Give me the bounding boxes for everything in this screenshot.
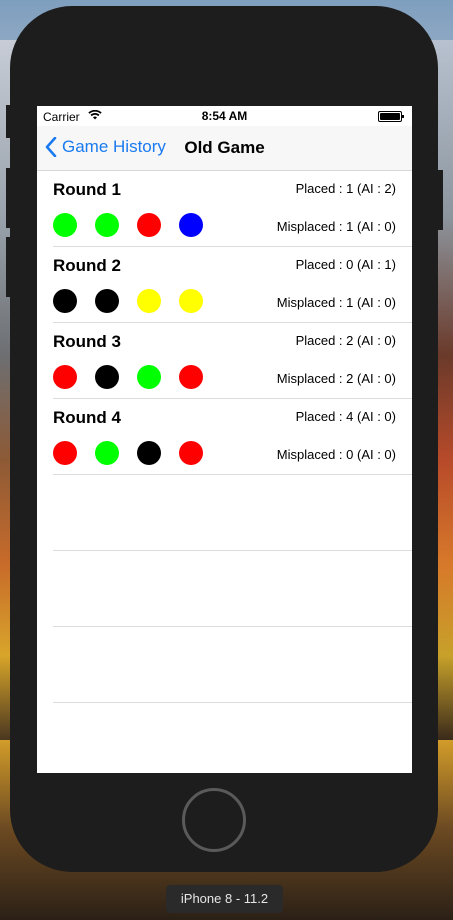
status-time: 8:54 AM bbox=[201, 109, 248, 123]
table-row[interactable]: Round 1 Placed : 1 (AI : 2) Misplaced : 1 … bbox=[53, 171, 412, 247]
mute-switch bbox=[6, 105, 12, 138]
placed-count: Placed : 4 (AI : 0) bbox=[295, 409, 396, 424]
table-row[interactable]: Round 2 Placed : 0 (AI : 1) Misplaced : 1 … bbox=[53, 247, 412, 323]
color-peg bbox=[53, 441, 77, 465]
color-peg bbox=[137, 365, 161, 389]
battery-icon bbox=[378, 111, 404, 122]
color-peg bbox=[95, 213, 119, 237]
rounds-table[interactable]: Round 1 Placed : 1 (AI : 2) Misplaced : 1 … bbox=[37, 171, 412, 773]
color-peg bbox=[53, 213, 77, 237]
status-bar: Carrier 8:54 AM bbox=[37, 106, 412, 126]
round-label: Round 3 bbox=[53, 332, 121, 351]
misplaced-count: Misplaced : 0 (AI : 0) bbox=[276, 447, 396, 462]
empty-table-row bbox=[53, 627, 412, 703]
color-peg bbox=[179, 213, 203, 237]
page-title: Old Game bbox=[184, 138, 265, 157]
color-peg bbox=[95, 289, 119, 313]
table-row[interactable]: Round 3 Placed : 2 (AI : 0) Misplaced : 2 … bbox=[53, 323, 412, 399]
color-peg bbox=[53, 365, 77, 389]
color-peg bbox=[137, 441, 161, 465]
power-button bbox=[437, 170, 443, 230]
color-peg bbox=[137, 289, 161, 313]
placed-count: Placed : 2 (AI : 0) bbox=[295, 333, 396, 348]
device-label: iPhone 8 - 11.2 bbox=[166, 885, 283, 913]
round-label: Round 2 bbox=[53, 256, 121, 275]
color-peg bbox=[179, 365, 203, 389]
empty-table-row bbox=[53, 551, 412, 627]
color-peg bbox=[95, 441, 119, 465]
home-button[interactable] bbox=[182, 788, 246, 852]
misplaced-count: Misplaced : 1 (AI : 0) bbox=[276, 295, 396, 310]
navigation-bar: Game History Old Game bbox=[37, 126, 412, 171]
placed-count: Placed : 0 (AI : 1) bbox=[295, 257, 396, 272]
round-label: Round 4 bbox=[53, 408, 121, 427]
color-peg bbox=[95, 365, 119, 389]
app-screen: Carrier 8:54 AM Game History Old Game Ro… bbox=[37, 106, 412, 773]
color-peg bbox=[137, 213, 161, 237]
empty-table-row bbox=[53, 475, 412, 551]
volume-down-button bbox=[6, 237, 12, 297]
table-row[interactable]: Round 4 Placed : 4 (AI : 0) Misplaced : 0 … bbox=[53, 399, 412, 475]
color-peg bbox=[179, 289, 203, 313]
color-peg bbox=[179, 441, 203, 465]
misplaced-count: Misplaced : 2 (AI : 0) bbox=[276, 371, 396, 386]
volume-up-button bbox=[6, 168, 12, 228]
placed-count: Placed : 1 (AI : 2) bbox=[295, 181, 396, 196]
color-peg bbox=[53, 289, 77, 313]
round-label: Round 1 bbox=[53, 180, 121, 199]
misplaced-count: Misplaced : 1 (AI : 0) bbox=[276, 219, 396, 234]
empty-table-row bbox=[53, 703, 412, 773]
